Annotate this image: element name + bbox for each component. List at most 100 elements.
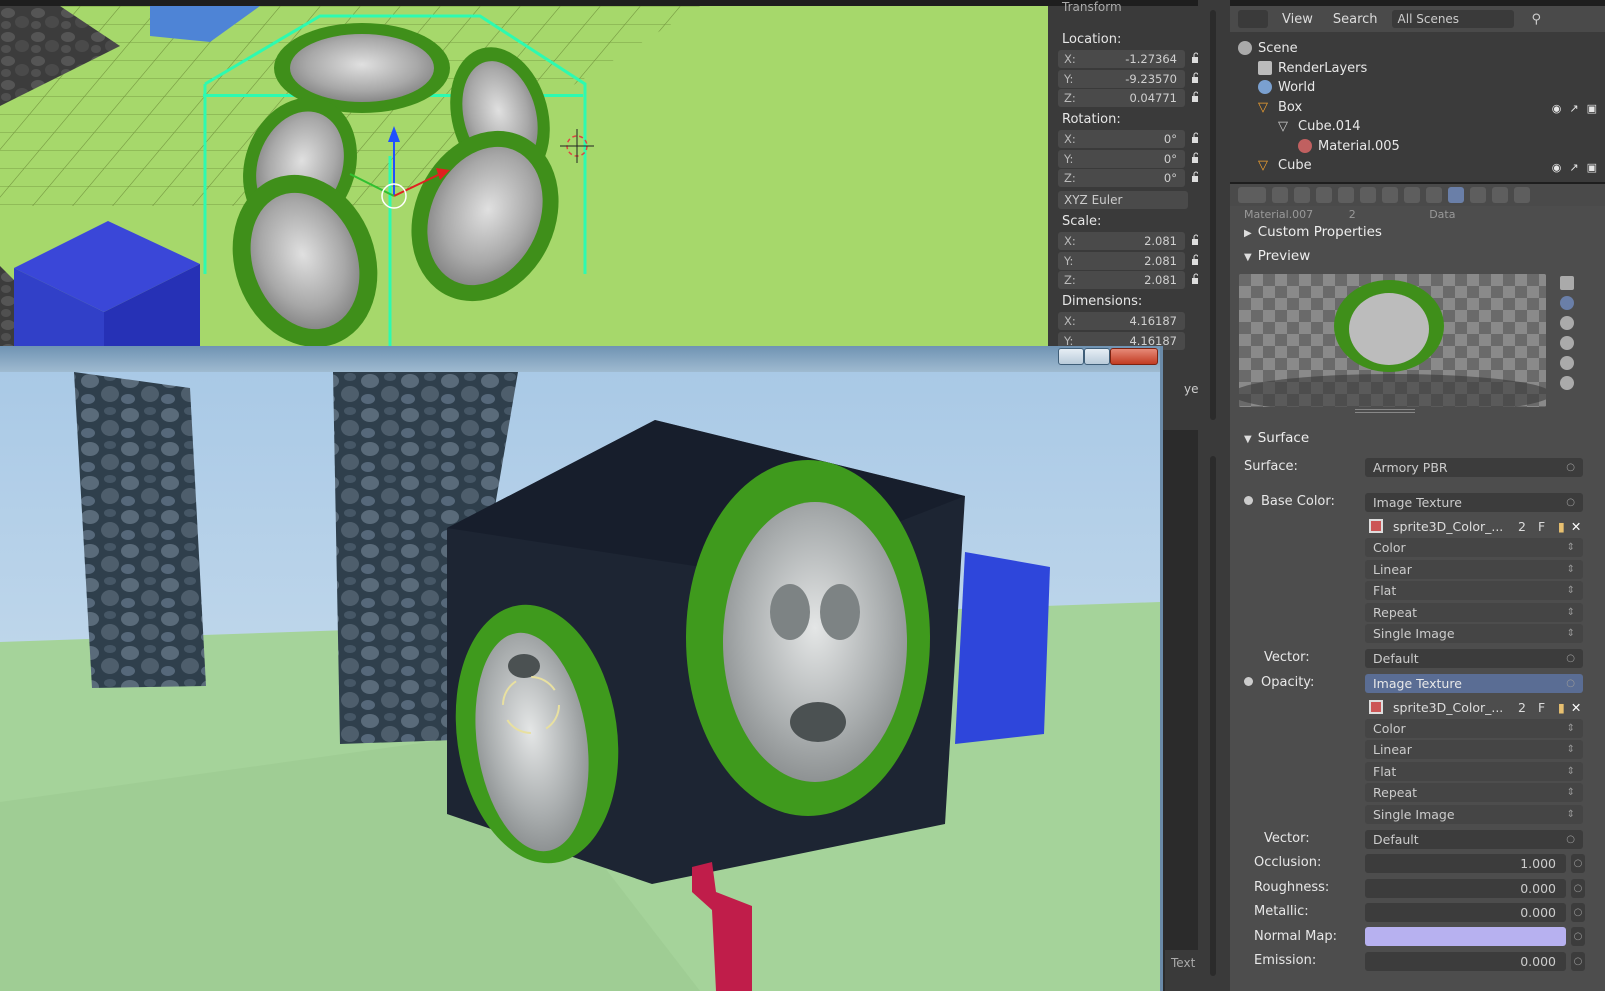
- search-icon[interactable]: ⚲: [1532, 12, 1542, 27]
- preview-panel[interactable]: ▼ Preview: [1244, 248, 1310, 264]
- close-icon[interactable]: ✕: [1571, 700, 1581, 715]
- emission-field[interactable]: 0.000: [1365, 952, 1566, 971]
- occlusion-field[interactable]: 1.000: [1365, 854, 1566, 873]
- image-icon[interactable]: [1369, 519, 1383, 533]
- extension-select[interactable]: Repeat ⇕: [1365, 603, 1583, 622]
- hair-preview-icon[interactable]: [1560, 356, 1574, 370]
- source-select[interactable]: Single Image ⇕: [1365, 805, 1583, 824]
- scene-tab-icon[interactable]: [1316, 187, 1332, 203]
- physics-tab-icon[interactable]: [1514, 187, 1530, 203]
- menu-search[interactable]: Search: [1323, 12, 1388, 27]
- normal-map-color-swatch[interactable]: [1365, 927, 1566, 946]
- close-button[interactable]: [1110, 348, 1158, 388]
- sphere-preview-icon[interactable]: [1560, 296, 1574, 310]
- texture-name[interactable]: sprite3D_Color_...: [1393, 519, 1518, 534]
- socket-link-button[interactable]: ○: [1571, 952, 1585, 971]
- scale-y-field[interactable]: Y: 2.081: [1058, 252, 1185, 270]
- editor-type-button[interactable]: [1238, 10, 1268, 28]
- area-separator[interactable]: [1198, 0, 1230, 991]
- layers-tab-icon[interactable]: [1294, 187, 1310, 203]
- rotation-x-field[interactable]: X: 0°: [1058, 130, 1185, 148]
- folder-icon[interactable]: ▮: [1558, 519, 1565, 534]
- outliner-row-box[interactable]: ▽ Box: [1258, 97, 1302, 117]
- outliner-row-world[interactable]: World: [1258, 77, 1315, 97]
- vector-input-select[interactable]: Default ○: [1365, 649, 1583, 668]
- fake-user-toggle[interactable]: F: [1538, 700, 1558, 715]
- menu-view[interactable]: View: [1272, 12, 1323, 27]
- rotation-z-field[interactable]: Z: 0°: [1058, 169, 1185, 187]
- interpolation-select[interactable]: Linear ⇕: [1365, 560, 1583, 579]
- socket-link-button[interactable]: ○: [1571, 903, 1585, 922]
- modifiers-tab-icon[interactable]: [1404, 187, 1420, 203]
- eye-icon[interactable]: ◉: [1552, 161, 1562, 174]
- base-color-input-select[interactable]: Image Texture ○: [1365, 493, 1583, 512]
- surface-panel[interactable]: ▼ Surface: [1244, 430, 1309, 446]
- metallic-field[interactable]: 0.000: [1365, 903, 1566, 922]
- outliner-row-material005[interactable]: Material.005: [1298, 136, 1400, 156]
- scale-x-field[interactable]: X: 2.081: [1058, 232, 1185, 250]
- surface-shader-select[interactable]: Armory PBR ○: [1365, 458, 1583, 477]
- particles-tab-icon[interactable]: [1492, 187, 1508, 203]
- viewport-3d[interactable]: [0, 0, 1048, 353]
- world-preview-icon[interactable]: [1560, 376, 1574, 390]
- folder-icon[interactable]: ▮: [1558, 700, 1565, 715]
- projection-select[interactable]: Flat ⇕: [1365, 762, 1583, 781]
- monkey-preview-icon[interactable]: [1560, 336, 1574, 350]
- cursor-icon[interactable]: ↗: [1569, 102, 1578, 115]
- socket-link-button[interactable]: ○: [1571, 927, 1585, 946]
- interpolation-select[interactable]: Linear ⇕: [1365, 740, 1583, 759]
- scale-z-field[interactable]: Z: 2.081: [1058, 271, 1185, 289]
- camera-icon[interactable]: ▣: [1587, 161, 1597, 174]
- eye-icon[interactable]: ◉: [1552, 102, 1562, 115]
- editor-type-button[interactable]: [1238, 187, 1266, 203]
- outliner-row-scene[interactable]: Scene: [1238, 38, 1298, 58]
- projection-select[interactable]: Flat ⇕: [1365, 581, 1583, 600]
- flat-preview-icon[interactable]: [1560, 276, 1574, 290]
- texture-tab-icon[interactable]: [1470, 187, 1486, 203]
- extension-select[interactable]: Repeat ⇕: [1365, 783, 1583, 802]
- texture-name[interactable]: sprite3D_Color_...: [1393, 700, 1518, 715]
- face-sprite-front: [686, 460, 930, 816]
- scrollbar[interactable]: [1210, 10, 1216, 420]
- rotation-mode-select[interactable]: XYZ Euler: [1058, 191, 1188, 209]
- custom-properties-panel[interactable]: ▶ Custom Properties: [1244, 224, 1382, 240]
- dimension-x-field[interactable]: X: 4.16187: [1058, 312, 1185, 330]
- game-player-window[interactable]: [0, 346, 1163, 991]
- minimize-button[interactable]: [1058, 348, 1084, 386]
- maximize-button[interactable]: [1084, 348, 1110, 387]
- outliner-row-cube014[interactable]: ▽ Cube.014: [1278, 116, 1361, 136]
- cube-preview-icon[interactable]: [1560, 316, 1574, 330]
- render-tab-icon[interactable]: [1272, 187, 1288, 203]
- location-y-field[interactable]: Y: -9.23570: [1058, 70, 1185, 88]
- outliner-row-renderlayers[interactable]: RenderLayers: [1258, 58, 1367, 78]
- resize-handle[interactable]: [1355, 409, 1415, 413]
- color-space-select[interactable]: Color ⇕: [1365, 719, 1583, 738]
- image-icon[interactable]: [1369, 700, 1383, 714]
- fake-user-toggle[interactable]: F: [1538, 519, 1558, 534]
- location-x-field[interactable]: X: -1.27364: [1058, 50, 1185, 68]
- scrollbar[interactable]: [1210, 456, 1216, 976]
- vector-input-select[interactable]: Default ○: [1365, 830, 1583, 849]
- material-tab-icon[interactable]: [1448, 187, 1464, 203]
- socket-icon[interactable]: [1244, 677, 1253, 686]
- location-z-field[interactable]: Z: 0.04771: [1058, 89, 1185, 107]
- constraints-tab-icon[interactable]: [1382, 187, 1398, 203]
- socket-icon[interactable]: [1244, 496, 1253, 505]
- outliner-row-cube[interactable]: ▽ Cube: [1258, 155, 1312, 175]
- roughness-field[interactable]: 0.000: [1365, 879, 1566, 898]
- source-select[interactable]: Single Image ⇕: [1365, 624, 1583, 643]
- socket-link-button[interactable]: ○: [1571, 854, 1585, 873]
- scene-filter-select[interactable]: All Scenes: [1391, 10, 1514, 28]
- camera-icon[interactable]: ▣: [1587, 102, 1597, 115]
- rotation-y-field[interactable]: Y: 0°: [1058, 150, 1185, 168]
- close-icon[interactable]: ✕: [1571, 519, 1581, 534]
- window-titlebar[interactable]: [0, 346, 1160, 388]
- world-tab-icon[interactable]: [1338, 187, 1354, 203]
- opacity-input-select[interactable]: Image Texture ○: [1365, 674, 1583, 693]
- cursor-icon[interactable]: ↗: [1569, 161, 1578, 174]
- color-space-select[interactable]: Color ⇕: [1365, 538, 1583, 557]
- object-tab-icon[interactable]: [1360, 187, 1376, 203]
- location-label: Location:: [1062, 32, 1122, 47]
- socket-link-button[interactable]: ○: [1571, 879, 1585, 898]
- data-tab-icon[interactable]: [1426, 187, 1442, 203]
